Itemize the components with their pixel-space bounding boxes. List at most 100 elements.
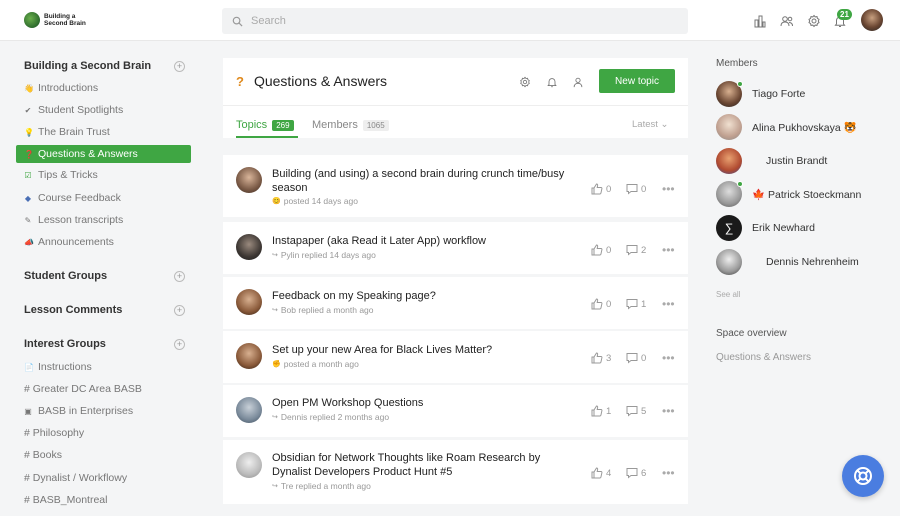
- sidebar-item-philosophy[interactable]: # Philosophy: [24, 427, 84, 439]
- avatar[interactable]: [716, 114, 742, 140]
- member-item[interactable]: Dennis Nehrenheim: [716, 249, 859, 275]
- like-button[interactable]: 4: [591, 467, 611, 479]
- comment-button[interactable]: 1: [626, 298, 646, 310]
- like-button[interactable]: 0: [591, 298, 611, 310]
- avatar[interactable]: [236, 452, 262, 478]
- sidebar-item-brain-trust[interactable]: 💡 The Brain Trust: [24, 126, 110, 138]
- member-item[interactable]: Tiago Forte: [716, 81, 805, 107]
- user-avatar[interactable]: [861, 9, 883, 31]
- more-options-icon[interactable]: •••: [662, 243, 675, 257]
- avatar[interactable]: [236, 234, 262, 260]
- topics-count-badge: 269: [272, 119, 294, 131]
- more-options-icon[interactable]: •••: [662, 182, 675, 196]
- member-item[interactable]: 🍁 Patrick Stoeckmann: [716, 181, 861, 207]
- sidebar-item-books[interactable]: # Books: [24, 449, 62, 461]
- member-name[interactable]: Dennis Nehrenheim: [766, 256, 859, 268]
- member-name[interactable]: Tiago Forte: [752, 88, 805, 100]
- comment-button[interactable]: 2: [626, 244, 646, 256]
- comment-button[interactable]: 0: [626, 183, 646, 195]
- sidebar-item-dynalist[interactable]: # Dynalist / Workflowy: [24, 472, 127, 484]
- space-settings-icon[interactable]: [519, 75, 531, 88]
- avatar[interactable]: [716, 148, 742, 174]
- topic-title[interactable]: Set up your new Area for Black Lives Mat…: [272, 343, 582, 357]
- table-row[interactable]: Instapaper (aka Read it Later App) workf…: [223, 222, 688, 274]
- like-button[interactable]: 1: [591, 405, 611, 417]
- space-bell-icon[interactable]: [546, 75, 558, 88]
- more-options-icon[interactable]: •••: [662, 297, 675, 311]
- table-row[interactable]: Open PM Workshop Questions ↪ Dennis repli…: [223, 385, 688, 437]
- sort-dropdown[interactable]: Latest ⌄: [632, 119, 669, 130]
- topic-title[interactable]: Obsidian for Network Thoughts like Roam …: [272, 451, 582, 479]
- table-row[interactable]: Obsidian for Network Thoughts like Roam …: [223, 440, 688, 504]
- sidebar-item-basb-montreal[interactable]: # BASB_Montreal: [24, 494, 107, 506]
- topic-title[interactable]: Feedback on my Speaking page?: [272, 289, 582, 303]
- sidebar-item-greater-dc[interactable]: # Greater DC Area BASB: [24, 383, 142, 395]
- table-row[interactable]: Feedback on my Speaking page? ↪ Bob repli…: [223, 277, 688, 329]
- space-member-icon[interactable]: [572, 75, 584, 88]
- like-button[interactable]: 3: [591, 352, 611, 364]
- member-name[interactable]: Justin Brandt: [766, 155, 827, 167]
- member-name[interactable]: Alina Pukhovskaya 🐯: [752, 121, 857, 134]
- brand-logo[interactable]: Building a Second Brain: [24, 12, 96, 28]
- section-title-building[interactable]: Building a Second Brain: [24, 60, 151, 72]
- sidebar-item-questions-answers[interactable]: ❓ Questions & Answers: [16, 145, 191, 163]
- topic-title[interactable]: Instapaper (aka Read it Later App) workf…: [272, 234, 582, 248]
- like-button[interactable]: 0: [591, 244, 611, 256]
- tab-members[interactable]: Members 1065: [312, 119, 389, 131]
- avatar[interactable]: [716, 81, 743, 107]
- sidebar-item-announcements[interactable]: 📣 Announcements: [24, 236, 114, 248]
- help-button[interactable]: [842, 455, 884, 497]
- comment-button[interactable]: 0: [626, 352, 646, 364]
- sidebar-item-label: Student Spotlights: [38, 104, 124, 116]
- table-row[interactable]: Building (and using) a second brain duri…: [223, 155, 688, 217]
- like-button[interactable]: 0: [591, 183, 611, 195]
- meta-text: Dennis replied 2 months ago: [280, 412, 390, 422]
- chart-icon[interactable]: [753, 14, 767, 28]
- member-item[interactable]: ∑ Erik Newhard: [716, 215, 815, 241]
- more-options-icon[interactable]: •••: [662, 351, 675, 365]
- member-name[interactable]: 🍁 Patrick Stoeckmann: [752, 188, 861, 201]
- avatar[interactable]: [236, 343, 262, 369]
- more-options-icon[interactable]: •••: [662, 466, 675, 480]
- sidebar-item-student-spotlights[interactable]: ✔ Student Spotlights: [24, 104, 124, 116]
- brain-logo-icon: [24, 12, 40, 28]
- member-name[interactable]: Erik Newhard: [752, 222, 815, 234]
- add-channel-icon[interactable]: +: [174, 61, 185, 72]
- section-title-lesson-comments[interactable]: Lesson Comments: [24, 304, 122, 316]
- sidebar-item-tips-tricks[interactable]: ☑ Tips & Tricks: [24, 169, 97, 181]
- sidebar-item-instructions[interactable]: 📄 Instructions: [24, 361, 92, 373]
- sidebar-item-basb-enterprises[interactable]: ▣ BASB in Enterprises: [24, 405, 133, 417]
- people-icon[interactable]: [780, 14, 794, 28]
- search-input[interactable]: Search: [222, 8, 688, 34]
- avatar[interactable]: [236, 397, 262, 423]
- sidebar-item-course-feedback[interactable]: ◆ Course Feedback: [24, 192, 121, 204]
- new-topic-button[interactable]: New topic: [599, 69, 675, 93]
- comment-button[interactable]: 6: [626, 467, 646, 479]
- add-group-icon[interactable]: +: [174, 271, 185, 282]
- section-title-student-groups[interactable]: Student Groups: [24, 270, 107, 282]
- comment-button[interactable]: 5: [626, 405, 646, 417]
- avatar[interactable]: [716, 249, 742, 275]
- search-placeholder: Search: [251, 15, 286, 27]
- lifebuoy-icon: [854, 467, 872, 485]
- sidebar-item-lesson-transcripts[interactable]: ✎ Lesson transcripts: [24, 214, 124, 226]
- member-item[interactable]: Alina Pukhovskaya 🐯: [716, 114, 857, 140]
- member-item[interactable]: Justin Brandt: [716, 148, 827, 174]
- add-comment-space-icon[interactable]: +: [174, 305, 185, 316]
- settings-icon[interactable]: [807, 14, 821, 28]
- section-title-interest-groups[interactable]: Interest Groups: [24, 338, 106, 350]
- avatar[interactable]: [236, 289, 262, 315]
- sigma-avatar-icon[interactable]: ∑: [716, 215, 742, 241]
- more-options-icon[interactable]: •••: [662, 404, 675, 418]
- space-overview-link[interactable]: Questions & Answers: [716, 352, 811, 363]
- topic-title[interactable]: Building (and using) a second brain duri…: [272, 167, 582, 195]
- tab-topics[interactable]: Topics 269: [236, 119, 294, 131]
- add-interest-group-icon[interactable]: +: [174, 339, 185, 350]
- sidebar-item-introductions[interactable]: 👋 Introductions: [24, 82, 98, 94]
- table-row[interactable]: Set up your new Area for Black Lives Mat…: [223, 331, 688, 383]
- see-all-link[interactable]: See all: [716, 290, 740, 299]
- avatar[interactable]: [716, 181, 743, 207]
- meta-text: posted 14 days ago: [283, 196, 358, 206]
- topic-title[interactable]: Open PM Workshop Questions: [272, 396, 582, 410]
- avatar[interactable]: [236, 167, 262, 193]
